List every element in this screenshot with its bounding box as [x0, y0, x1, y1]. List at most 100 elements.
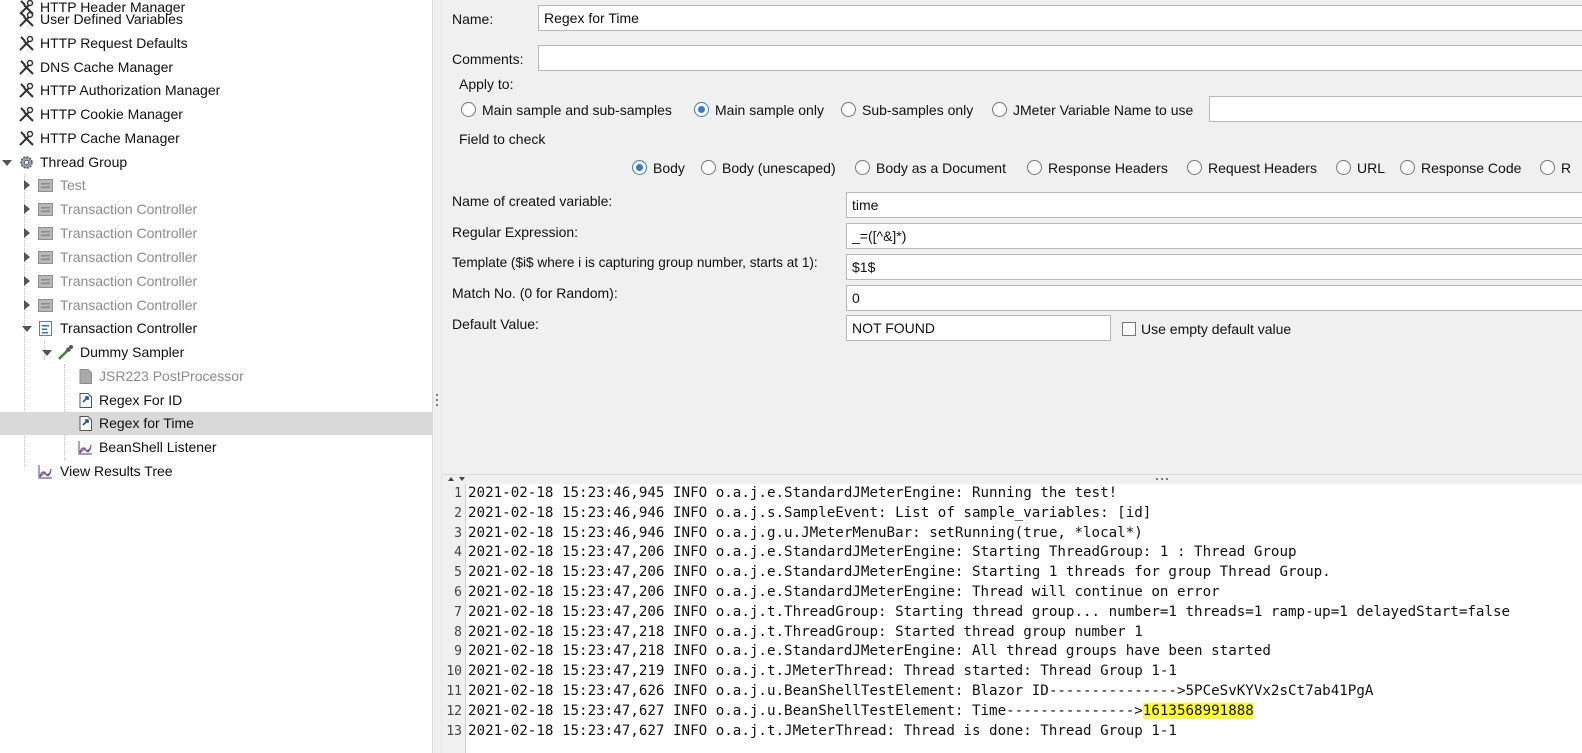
collapse-arrow-icon[interactable]: [24, 252, 30, 262]
splitter-grip-dot: [436, 394, 438, 396]
tree-item-label: DNS Cache Manager: [40, 59, 174, 75]
comments-field[interactable]: [538, 45, 1582, 71]
match-no-field[interactable]: 0: [846, 285, 1582, 311]
log-text: 2021-02-18 15:23:47,218 INFO o.a.j.t.Thr…: [468, 623, 1143, 640]
wrench-icon: [18, 35, 35, 52]
line-number: 4: [454, 545, 462, 561]
field-request-headers-radio[interactable]: [1187, 160, 1202, 175]
field-url-radio[interactable]: [1336, 160, 1351, 175]
collapse-arrow-icon[interactable]: [24, 228, 30, 238]
log-text: 2021-02-18 15:23:47,206 INFO o.a.j.e.Sta…: [468, 584, 1220, 600]
collapse-arrow-icon[interactable]: [24, 180, 30, 190]
field-body-unescaped-radio[interactable]: [701, 160, 716, 175]
tree-item[interactable]: Regex for Time: [0, 412, 432, 435]
apply-sub-only-label: Sub-samples only: [862, 102, 974, 118]
use-empty-default-checkbox[interactable]: [1122, 322, 1136, 336]
log-text: 2021-02-18 15:23:47,218 INFO o.a.j.e.Sta…: [468, 643, 1271, 660]
tree-item[interactable]: Transaction Controller: [0, 270, 432, 293]
log-line: 7 2021-02-18 15:23:47,206 INFO o.a.j.t.Th…: [442, 604, 1582, 624]
tree-item[interactable]: HTTP Cookie Manager: [0, 103, 432, 126]
postprocessor-icon: [77, 368, 94, 385]
apply-sub-only-radio[interactable]: [841, 102, 856, 117]
default-value-label: Default Value:: [452, 316, 539, 332]
default-value-field[interactable]: NOT FOUND: [846, 315, 1111, 341]
tree-item[interactable]: BeanShell Listener: [0, 436, 432, 459]
tree-item[interactable]: DNS Cache Manager: [0, 56, 432, 79]
apply-jmeter-var-label: JMeter Variable Name to use: [1013, 102, 1194, 118]
apply-jmeter-var-radio[interactable]: [992, 102, 1007, 117]
tree-item-label: BeanShell Listener: [99, 439, 217, 455]
tree-item[interactable]: HTTP Request Defaults: [0, 32, 432, 55]
field-response-headers-radio[interactable]: [1027, 160, 1042, 175]
field-response-message-radio[interactable]: [1540, 160, 1555, 175]
line-number: 13: [446, 723, 462, 739]
log-line: 6 2021-02-18 15:23:47,206 INFO o.a.j.e.St…: [442, 584, 1582, 604]
log-text: 2021-02-18 15:23:47,206 INFO o.a.j.e.Sta…: [468, 544, 1297, 561]
tree-item[interactable]: HTTP Cache Manager: [0, 127, 432, 150]
collapse-arrow-icon[interactable]: [24, 276, 30, 286]
line-number: 7: [454, 604, 462, 620]
tree-item[interactable]: Transaction Controller: [0, 294, 432, 317]
tree-item-label: HTTP Cookie Manager: [40, 106, 183, 122]
tree-item-label: Regex For ID: [99, 392, 183, 408]
template-field[interactable]: $1$: [846, 254, 1582, 280]
use-empty-default-label: Use empty default value: [1141, 321, 1292, 337]
jmeter-var-field[interactable]: [1209, 96, 1582, 122]
wrench-icon: [18, 59, 35, 76]
line-number: 3: [454, 525, 462, 541]
log-console[interactable]: 1 2021-02-18 15:23:46,945 INFO o.a.j.e.St…: [442, 484, 1582, 753]
tree-item[interactable]: Transaction Controller: [0, 317, 432, 340]
log-text: 2021-02-18 15:23:47,626 INFO o.a.j.u.Bea…: [468, 683, 1374, 699]
created-variable-field[interactable]: time: [846, 192, 1582, 218]
field-body-document-radio[interactable]: [855, 160, 870, 175]
log-line: 12 2021-02-18 15:23:47,627 INFO o.a.j.u.B…: [442, 702, 1582, 723]
tree-item[interactable]: Test: [0, 174, 432, 197]
apply-main-and-sub-radio[interactable]: [461, 102, 476, 117]
pipette-icon: [57, 344, 74, 361]
log-line: 1 2021-02-18 15:23:46,945 INFO o.a.j.e.St…: [442, 485, 1582, 505]
horizontal-splitter[interactable]: [442, 474, 1582, 484]
name-label: Name:: [452, 11, 494, 27]
expand-arrow-icon[interactable]: [42, 350, 52, 356]
chart-icon: [37, 463, 54, 480]
tree-item[interactable]: Transaction Controller: [0, 198, 432, 221]
collapse-arrow-icon[interactable]: [24, 204, 30, 214]
field-body-unescaped-label: Body (unescaped): [722, 160, 836, 176]
tree-item[interactable]: Transaction Controller: [0, 222, 432, 245]
controller-icon: [37, 249, 54, 266]
tree-item[interactable]: Thread Group: [0, 151, 432, 174]
collapse-arrow-icon[interactable]: [24, 300, 30, 310]
tree-item[interactable]: User Defined Variables: [0, 8, 432, 31]
tree-item-label: Dummy Sampler: [80, 344, 185, 360]
highlighted-time-value: 1613568991888: [1142, 702, 1254, 719]
tree-item[interactable]: Transaction Controller: [0, 246, 432, 269]
line-number: 10: [446, 664, 462, 680]
tree-item[interactable]: HTTP Authorization Manager: [0, 79, 432, 102]
regex-field[interactable]: _=([^&]*): [846, 223, 1582, 249]
expand-arrow-icon[interactable]: [22, 326, 32, 332]
apply-main-only-label: Main sample only: [715, 102, 824, 118]
log-text: 2021-02-18 15:23:47,627 INFO o.a.j.u.Bea…: [468, 702, 1254, 719]
field-body-radio[interactable]: [632, 160, 647, 175]
tree-item[interactable]: Dummy Sampler: [0, 341, 432, 364]
vertical-splitter[interactable]: [432, 0, 442, 753]
match-no-label: Match No. (0 for Random):: [452, 285, 618, 301]
apply-to-label: Apply to:: [459, 76, 514, 92]
apply-main-only-radio[interactable]: [694, 102, 709, 117]
field-response-message-label: R: [1561, 160, 1572, 176]
line-number: 2: [454, 505, 462, 521]
tree-item-label: HTTP Cache Manager: [40, 130, 180, 146]
name-field[interactable]: Regex for Time: [538, 5, 1582, 31]
tree-item[interactable]: View Results Tree: [0, 460, 432, 483]
tree-item[interactable]: JSR223 PostProcessor: [0, 365, 432, 388]
test-plan-tree[interactable]: HTTP Header Manager User Defined Variable…: [0, 0, 432, 753]
tree-item[interactable]: Regex For ID: [0, 389, 432, 412]
collapse-arrows-icon[interactable]: [445, 475, 475, 484]
regex-label: Regular Expression:: [452, 224, 579, 240]
field-response-code-radio[interactable]: [1400, 160, 1415, 175]
expand-arrow-icon[interactable]: [2, 160, 12, 166]
splitter-grip-dot: [436, 404, 438, 406]
controller-icon: [37, 225, 54, 242]
line-number: 1: [454, 486, 462, 501]
line-number: 9: [454, 644, 462, 660]
